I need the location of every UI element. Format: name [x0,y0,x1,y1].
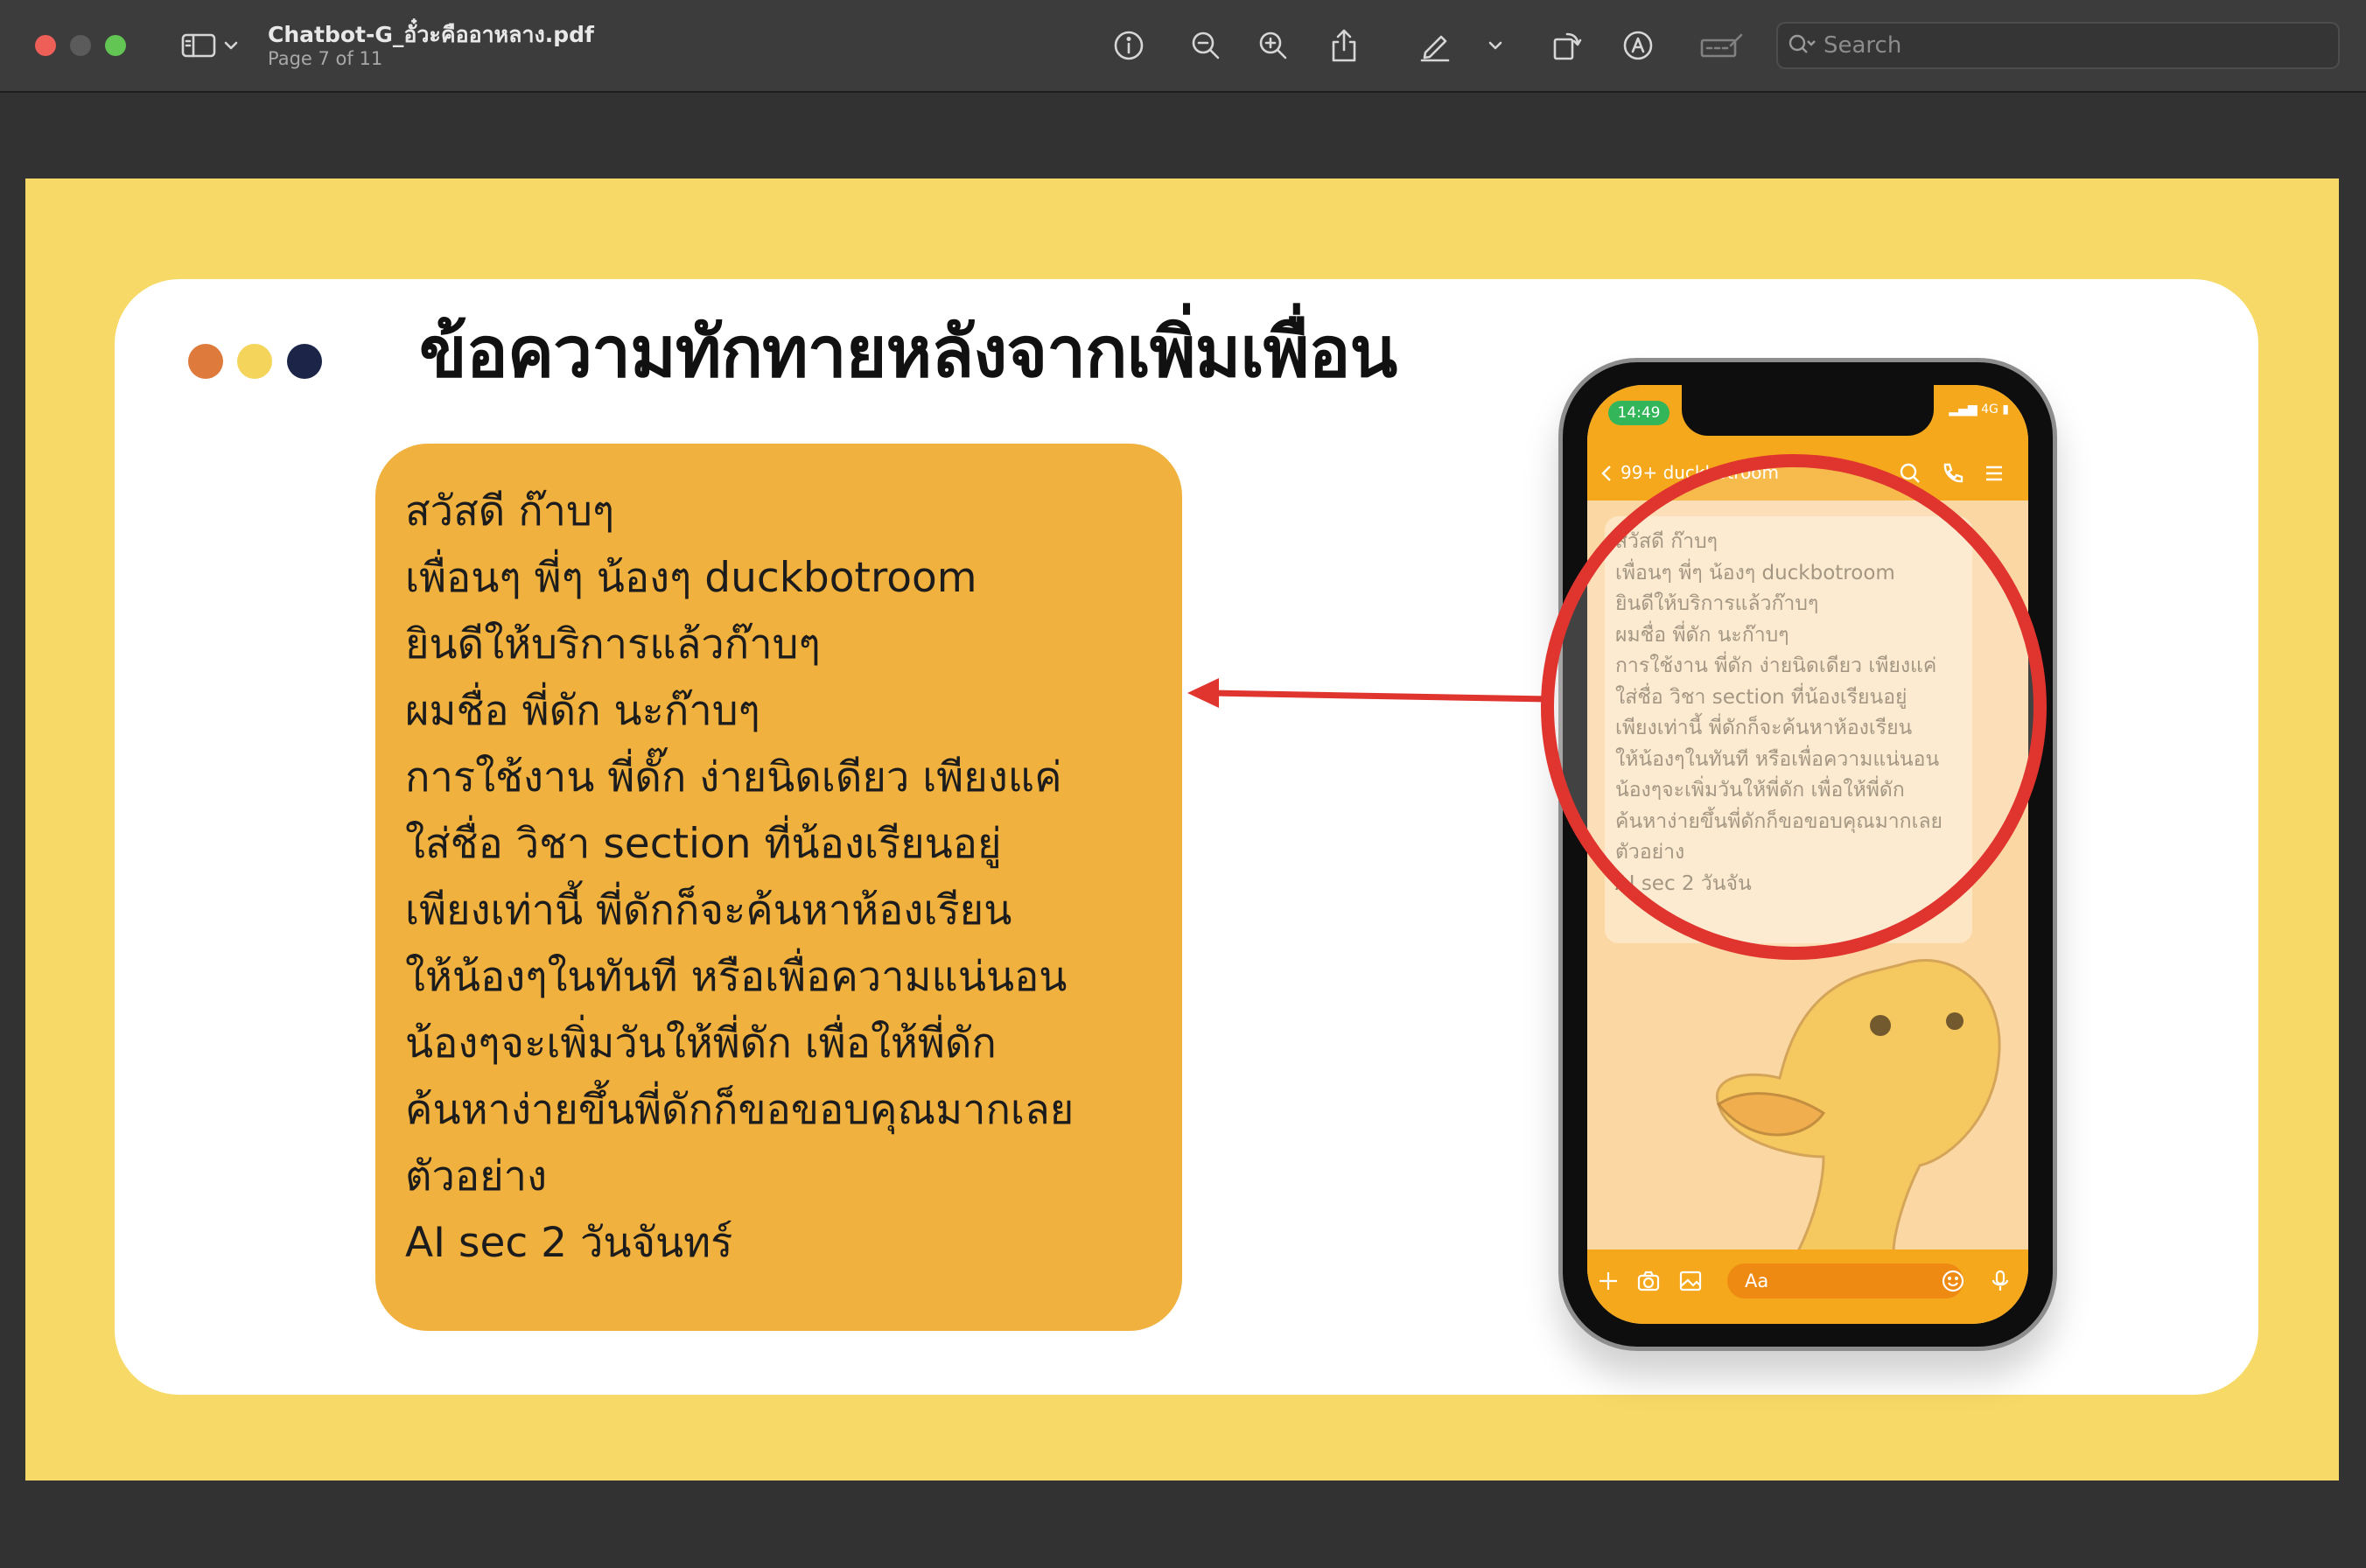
minimize-window-button[interactable] [70,35,91,56]
emoji-icon[interactable] [1941,1269,1965,1293]
message-line: เพียงเท่านี้ พี่ดักก็จะค้นหาห้องเรียน [405,886,1012,934]
duck-mascot-image [1715,959,2001,1253]
page-indicator: Page 7 of 11 [268,48,383,69]
decor-dot-navy [287,344,322,379]
message-line: ผมชื่อ พี่ดัก นะก๊าบๆ [405,687,760,735]
zoom-window-button[interactable] [105,35,126,56]
slide-title: ข้อความทักทายหลังจากเพิ่มเพื่อน [419,312,1397,393]
info-button[interactable] [1110,23,1148,68]
form-fill-button[interactable] [1698,23,1746,68]
plus-icon[interactable] [1596,1269,1620,1293]
search-field[interactable]: Search [1776,22,2340,69]
info-icon [1114,31,1144,60]
message-line: ค้นหาง่ายขึ้นพี่ดักก็ขอขอบคุณมากเลย [405,1086,1074,1134]
message-line: สวัสดี ก๊าบๆ [405,487,615,536]
microphone-icon[interactable] [1988,1269,2012,1293]
annotate-button[interactable] [1619,23,1657,68]
pencil-icon [1420,35,1450,62]
message-line: ให้น้องๆในทันที หรือเพื่อความแน่นอน [405,953,1068,1001]
phone-call-icon[interactable] [1941,462,1964,485]
menu-icon[interactable] [1983,462,2006,485]
greeting-message-text: สวัสดี ก๊าบๆเพื่อนๆ พี่ๆ น้องๆ duckbotro… [405,479,1074,1277]
annotate-icon [1623,31,1653,60]
phone-status-bar: 14:49 ▂▄▆ 4G ▮ [1587,385,2028,446]
phone-notch [1682,385,1934,436]
sidebar-icon [181,33,216,58]
magnifier-highlight-circle [1541,454,2047,960]
greeting-message-box: สวัสดี ก๊าบๆเพื่อนๆ พี่ๆ น้องๆ duckbotro… [375,444,1182,1331]
decor-dot-orange [188,344,223,379]
message-line: น้องๆจะเพิ่มวันให้พี่ดัก เพื่อให้พี่ดัก [405,1019,997,1068]
battery-icon: ▮ [2002,402,2009,416]
chat-message-input[interactable]: Aa [1727,1264,1964,1298]
message-line: ใส่ชื่อ วิชา section ที่น้องเรียนอยู่ [405,820,1002,868]
chevron-down-icon [224,41,238,50]
decor-dot-yellow [237,344,272,379]
back-arrow-icon[interactable] [1600,464,1615,483]
sidebar-toggle-button[interactable] [175,23,245,68]
markup-menu-button[interactable] [1482,23,1508,68]
pdf-page: ข้อความทักทายหลังจากเพิ่มเพื่อน สวัสดี ก… [25,178,2339,1480]
chat-input-bar: Aa [1587,1250,2028,1324]
network-indicator: ▂▄▆ 4G ▮ [1949,402,2009,416]
zoom-out-button[interactable] [1186,23,1225,68]
rotate-button[interactable] [1547,23,1586,68]
zoom-in-button[interactable] [1254,23,1292,68]
signal-icon: ▂▄▆ [1949,402,1982,416]
camera-icon[interactable] [1636,1269,1661,1293]
phone-time: 14:49 [1608,401,1670,425]
message-line: เพื่อนๆ พี่ๆ น้องๆ duckbotroom [405,554,977,602]
search-placeholder: Search [1824,32,1902,59]
message-line: การใช้งาน พี่ดั๊ก ง่ายนิดเดียว เพียงแค่ [405,753,1062,802]
share-button[interactable] [1325,23,1363,68]
image-icon[interactable] [1678,1269,1703,1293]
rotate-icon [1553,32,1582,60]
slide-card: ข้อความทักทายหลังจากเพิ่มเพื่อน สวัสดี ก… [115,279,2258,1395]
document-title: Chatbot-G_อั๋วะคืออาหลาง.pdf [268,22,594,47]
zoom-in-icon [1259,32,1287,60]
markup-button[interactable] [1416,23,1454,68]
message-line: AI sec 2 วันจันทร์ [405,1219,733,1267]
message-line: ยินดีให้บริการแล้วก๊าบๆ [405,620,821,668]
share-icon [1332,29,1356,62]
message-line: ตัวอย่าง [405,1152,548,1200]
chevron-down-icon [1488,41,1502,50]
search-icon [1788,34,1816,53]
window-titlebar: Chatbot-G_อั๋วะคืออาหลาง.pdf Page 7 of 1… [0,0,2366,93]
zoom-out-icon [1192,32,1220,60]
form-fill-icon [1700,33,1743,58]
close-window-button[interactable] [35,35,56,56]
